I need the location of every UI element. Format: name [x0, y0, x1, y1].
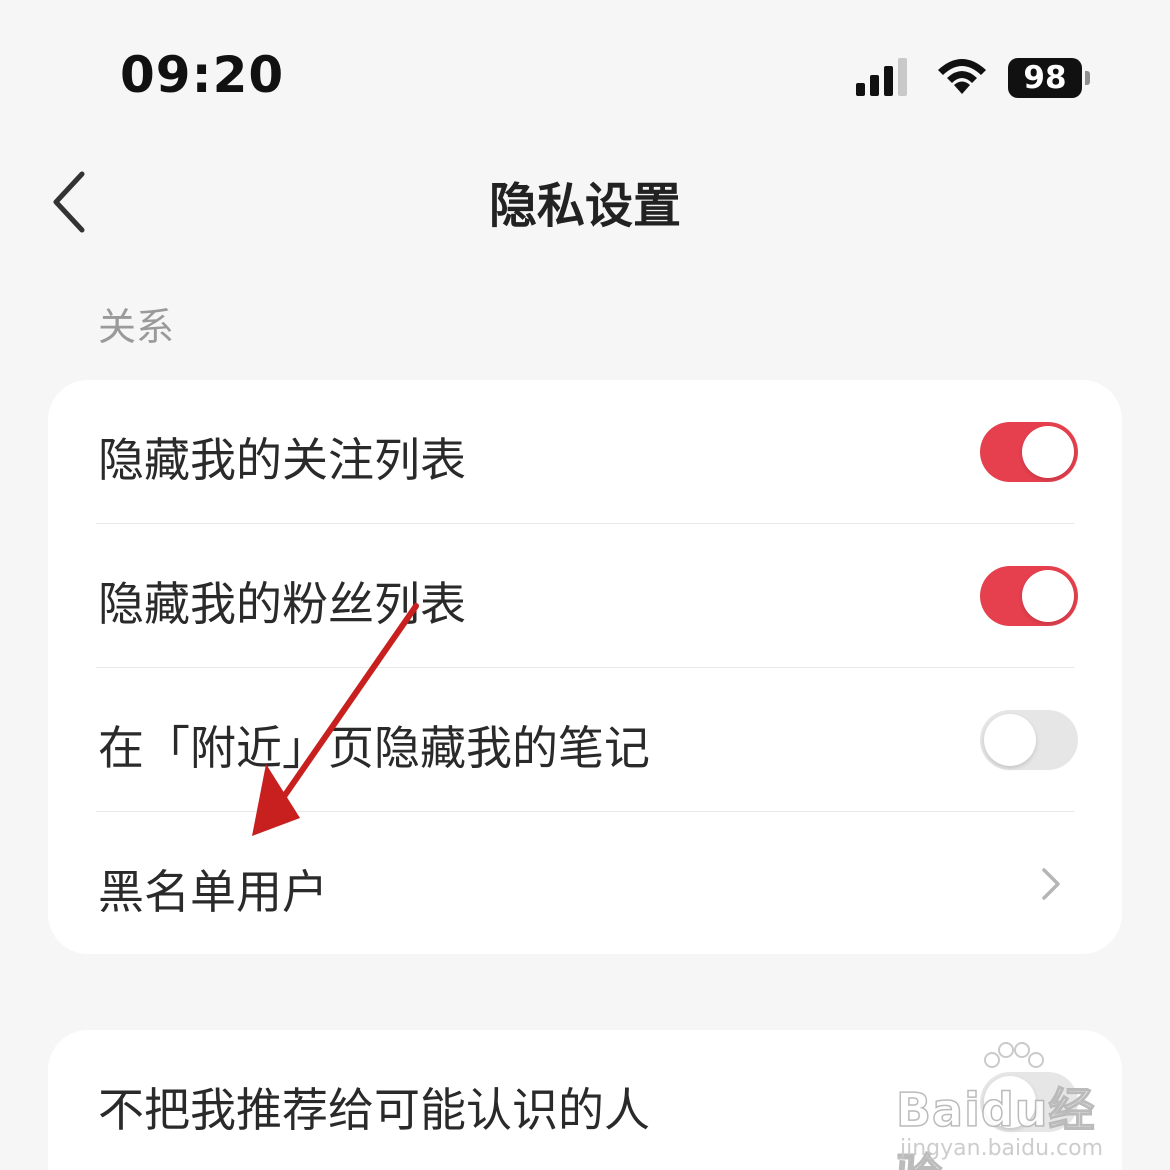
- battery-level: 98: [1008, 58, 1082, 98]
- navigation-bar: 隐私设置: [0, 150, 1170, 250]
- hide-following-toggle[interactable]: [980, 422, 1078, 482]
- setting-row-hide-following[interactable]: 隐藏我的关注列表: [48, 380, 1122, 524]
- toggle-knob: [1022, 570, 1074, 622]
- hide-nearby-notes-toggle[interactable]: [980, 710, 1078, 770]
- setting-label: 黑名单用户: [98, 865, 328, 919]
- wifi-icon: [938, 59, 986, 94]
- setting-label: 不把我推荐给可能认识的人: [98, 1083, 650, 1137]
- setting-row-hide-nearby-notes[interactable]: 在「附近」页隐藏我的笔记: [48, 668, 1122, 812]
- status-time: 09:20: [120, 46, 285, 104]
- signal-icon: [856, 58, 907, 96]
- recommendation-settings-card: 不把我推荐给可能认识的人: [48, 1030, 1122, 1170]
- setting-label: 隐藏我的粉丝列表: [98, 577, 466, 631]
- no-recommend-toggle[interactable]: [980, 1072, 1078, 1132]
- page-title: 隐私设置: [488, 178, 681, 234]
- toggle-knob: [984, 714, 1036, 766]
- setting-row-no-recommend[interactable]: 不把我推荐给可能认识的人: [48, 1030, 1122, 1170]
- chevron-right-icon: [1042, 868, 1060, 900]
- toggle-knob: [1022, 426, 1074, 478]
- setting-row-blacklist[interactable]: 黑名单用户: [48, 812, 1122, 954]
- toggle-knob: [984, 1076, 1036, 1128]
- section-header-relationship: 关系: [98, 305, 175, 349]
- relationship-settings-card: 隐藏我的关注列表 隐藏我的粉丝列表 在「附近」页隐藏我的笔记 黑名单用户: [48, 380, 1122, 954]
- battery-icon: 98: [1008, 58, 1092, 98]
- setting-label: 在「附近」页隐藏我的笔记: [98, 721, 650, 775]
- status-bar: 09:20 98: [0, 0, 1170, 150]
- hide-followers-toggle[interactable]: [980, 566, 1078, 626]
- setting-row-hide-followers[interactable]: 隐藏我的粉丝列表: [48, 524, 1122, 668]
- setting-label: 隐藏我的关注列表: [98, 433, 466, 487]
- battery-cap: [1085, 71, 1090, 85]
- privacy-settings-screen: 09:20 98 隐私设置 关系 隐藏我的关注列表 隐藏我的粉丝列表 在「附近」…: [0, 0, 1170, 1170]
